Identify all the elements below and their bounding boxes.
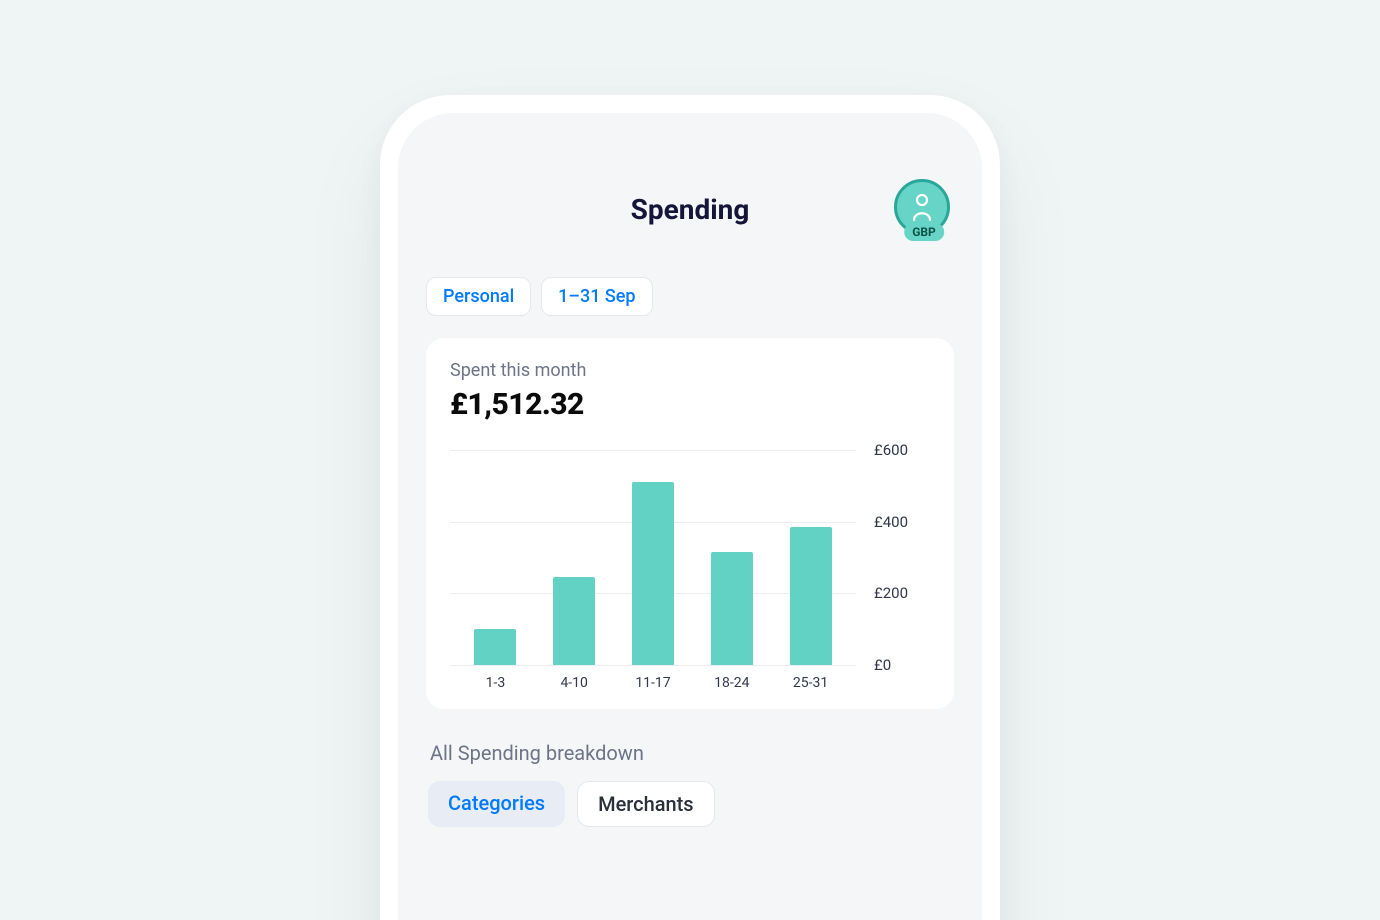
phone-frame: Spending GBP Personal 1–31 Sep — [380, 95, 1000, 920]
x-axis-tick: 11-17 — [632, 675, 674, 691]
tab-categories[interactable]: Categories — [428, 781, 565, 827]
y-axis-tick: £200 — [874, 584, 908, 602]
chart-bar[interactable] — [711, 552, 753, 665]
account-filter-chip[interactable]: Personal — [426, 277, 531, 316]
breakdown-heading: All Spending breakdown — [430, 741, 954, 765]
spend-label: Spent this month — [450, 360, 930, 381]
chart-bar[interactable] — [474, 629, 516, 665]
x-axis-tick: 25-31 — [790, 675, 832, 691]
date-range-chip[interactable]: 1–31 Sep — [541, 277, 652, 316]
y-axis-tick: £0 — [874, 656, 891, 674]
tab-merchants[interactable]: Merchants — [577, 781, 715, 827]
spend-bar-chart: £600£400£200£0 — [450, 450, 930, 665]
currency-selector[interactable]: GBP — [894, 179, 954, 239]
currency-code-badge: GBP — [904, 223, 944, 241]
y-axis-tick: £400 — [874, 513, 908, 531]
spend-card: Spent this month £1,512.32 £600 £400 £200 £… — [426, 338, 954, 709]
x-axis-tick: 1-3 — [474, 675, 516, 691]
x-axis-tick: 4-10 — [553, 675, 595, 691]
spend-amount: £1,512.32 — [450, 387, 930, 422]
phone-screen: Spending GBP Personal 1–31 Sep — [398, 113, 982, 920]
chart-bar[interactable] — [553, 577, 595, 665]
x-axis-tick: 18-24 — [711, 675, 753, 691]
chart-bar[interactable] — [632, 482, 674, 665]
page-title: Spending — [631, 193, 750, 226]
chart-bar[interactable] — [790, 527, 832, 665]
chart-gridline — [450, 665, 856, 666]
y-axis-tick: £600 — [874, 441, 908, 459]
